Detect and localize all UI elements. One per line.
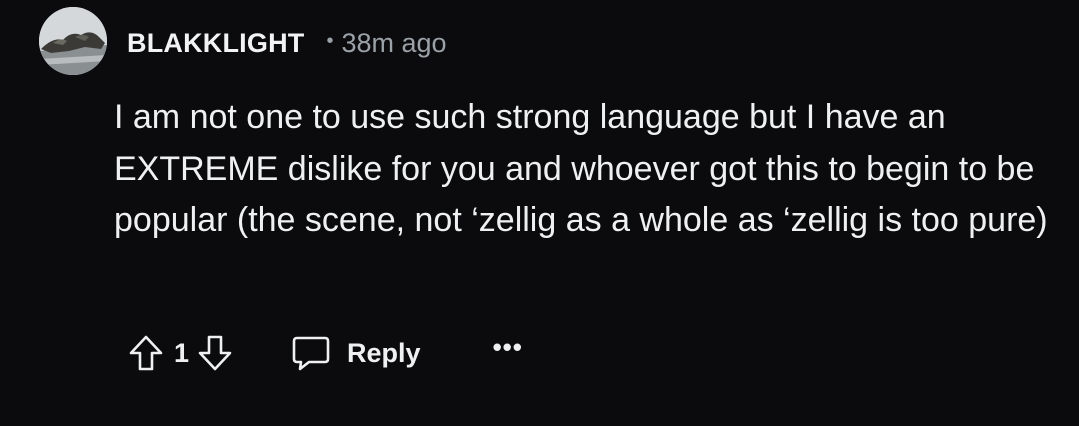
arrow-up-outline-icon	[129, 335, 163, 371]
timestamp[interactable]: 38m ago	[342, 28, 447, 59]
reply-button[interactable]: Reply	[291, 334, 421, 372]
downvote-button[interactable]	[195, 330, 235, 376]
username[interactable]: BLAKKLIGHT	[127, 28, 304, 59]
more-options-button[interactable]: •••	[493, 332, 523, 363]
avatar[interactable]	[39, 7, 107, 75]
comment-card: BLAKKLIGHT • 38m ago I am not one to use…	[0, 0, 1079, 426]
arrow-down-outline-icon	[198, 335, 232, 371]
comment-actions: 1 Reply •••	[126, 330, 523, 376]
comment-header: BLAKKLIGHT • 38m ago	[127, 26, 447, 60]
avatar-image-icon	[39, 7, 107, 75]
vote-count: 1	[174, 337, 190, 368]
separator-dot: •	[326, 29, 334, 52]
speech-bubble-icon	[292, 336, 330, 371]
reply-label: Reply	[347, 337, 421, 368]
comment-body: I am not one to use such strong language…	[114, 98, 1048, 239]
upvote-button[interactable]	[126, 330, 166, 376]
